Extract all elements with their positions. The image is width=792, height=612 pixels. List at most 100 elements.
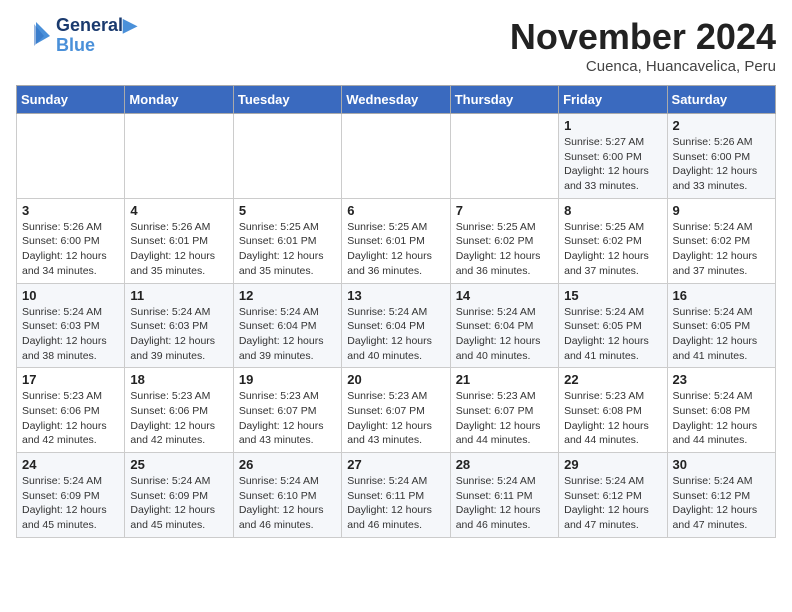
day-number: 14 bbox=[456, 288, 553, 303]
day-number: 4 bbox=[130, 203, 227, 218]
day-number: 7 bbox=[456, 203, 553, 218]
day-number: 17 bbox=[22, 372, 119, 387]
day-number: 6 bbox=[347, 203, 444, 218]
calendar-cell: 3 Sunrise: 5:26 AM Sunset: 6:00 PM Daylig… bbox=[17, 198, 125, 283]
day-info: Sunrise: 5:24 AM Sunset: 6:04 PM Dayligh… bbox=[456, 305, 553, 364]
day-info: Sunrise: 5:24 AM Sunset: 6:12 PM Dayligh… bbox=[564, 474, 661, 533]
day-number: 27 bbox=[347, 457, 444, 472]
day-number: 10 bbox=[22, 288, 119, 303]
day-info: Sunrise: 5:24 AM Sunset: 6:08 PM Dayligh… bbox=[673, 389, 770, 448]
calendar-cell bbox=[233, 114, 341, 199]
day-info: Sunrise: 5:25 AM Sunset: 6:02 PM Dayligh… bbox=[456, 220, 553, 279]
calendar-cell: 18 Sunrise: 5:23 AM Sunset: 6:06 PM Dayli… bbox=[125, 368, 233, 453]
calendar-cell: 13 Sunrise: 5:24 AM Sunset: 6:04 PM Dayli… bbox=[342, 283, 450, 368]
day-number: 18 bbox=[130, 372, 227, 387]
calendar-cell: 26Sunrise: 5:24 AM Sunset: 6:10 PM Dayli… bbox=[233, 453, 341, 538]
day-number: 3 bbox=[22, 203, 119, 218]
day-info: Sunrise: 5:25 AM Sunset: 6:02 PM Dayligh… bbox=[564, 220, 661, 279]
calendar-cell: 14 Sunrise: 5:24 AM Sunset: 6:04 PM Dayli… bbox=[450, 283, 558, 368]
month-title: November 2024 bbox=[510, 16, 776, 58]
logo-text: General▶ Blue bbox=[56, 16, 137, 56]
calendar-table: SundayMondayTuesdayWednesdayThursdayFrid… bbox=[16, 85, 776, 538]
day-info: Sunrise: 5:24 AM Sunset: 6:03 PM Dayligh… bbox=[130, 305, 227, 364]
day-info: Sunrise: 5:24 AM Sunset: 6:11 PM Dayligh… bbox=[456, 474, 553, 533]
calendar-cell: 15 Sunrise: 5:24 AM Sunset: 6:05 PM Dayli… bbox=[559, 283, 667, 368]
day-info: Sunrise: 5:25 AM Sunset: 6:01 PM Dayligh… bbox=[347, 220, 444, 279]
day-info: Sunrise: 5:24 AM Sunset: 6:02 PM Dayligh… bbox=[673, 220, 770, 279]
calendar-week-1: 1 Sunrise: 5:27 AM Sunset: 6:00 PM Daylig… bbox=[17, 114, 776, 199]
calendar-cell: 1 Sunrise: 5:27 AM Sunset: 6:00 PM Daylig… bbox=[559, 114, 667, 199]
calendar-cell: 12 Sunrise: 5:24 AM Sunset: 6:04 PM Dayli… bbox=[233, 283, 341, 368]
day-number: 30 bbox=[673, 457, 770, 472]
day-number: 1 bbox=[564, 118, 661, 133]
calendar-cell bbox=[342, 114, 450, 199]
calendar-week-4: 17 Sunrise: 5:23 AM Sunset: 6:06 PM Dayli… bbox=[17, 368, 776, 453]
weekday-header-thursday: Thursday bbox=[450, 86, 558, 114]
calendar-cell: 29 Sunrise: 5:24 AM Sunset: 6:12 PM Dayli… bbox=[559, 453, 667, 538]
day-info: Sunrise: 5:23 AM Sunset: 6:07 PM Dayligh… bbox=[347, 389, 444, 448]
calendar-cell: 25Sunrise: 5:24 AM Sunset: 6:09 PM Dayli… bbox=[125, 453, 233, 538]
calendar-cell: 21 Sunrise: 5:23 AM Sunset: 6:07 PM Dayli… bbox=[450, 368, 558, 453]
day-info: Sunrise: 5:25 AM Sunset: 6:01 PM Dayligh… bbox=[239, 220, 336, 279]
day-number: 2 bbox=[673, 118, 770, 133]
calendar-cell: 30 Sunrise: 5:24 AM Sunset: 6:12 PM Dayli… bbox=[667, 453, 775, 538]
calendar-cell: 6 Sunrise: 5:25 AM Sunset: 6:01 PM Daylig… bbox=[342, 198, 450, 283]
day-info: Sunrise: 5:24 AM Sunset: 6:09 PM Dayligh… bbox=[130, 474, 227, 533]
day-info: Sunrise: 5:24 AM Sunset: 6:05 PM Dayligh… bbox=[673, 305, 770, 364]
day-number: 21 bbox=[456, 372, 553, 387]
day-number: 15 bbox=[564, 288, 661, 303]
day-info: Sunrise: 5:26 AM Sunset: 6:00 PM Dayligh… bbox=[673, 135, 770, 194]
day-info: Sunrise: 5:24 AM Sunset: 6:03 PM Dayligh… bbox=[22, 305, 119, 364]
day-number: 29 bbox=[564, 457, 661, 472]
day-info: Sunrise: 5:24 AM Sunset: 6:04 PM Dayligh… bbox=[239, 305, 336, 364]
calendar-week-2: 3 Sunrise: 5:26 AM Sunset: 6:00 PM Daylig… bbox=[17, 198, 776, 283]
calendar-cell: 16 Sunrise: 5:24 AM Sunset: 6:05 PM Dayli… bbox=[667, 283, 775, 368]
day-info: Sunrise: 5:27 AM Sunset: 6:00 PM Dayligh… bbox=[564, 135, 661, 194]
day-number: 23 bbox=[673, 372, 770, 387]
calendar-week-5: 24 Sunrise: 5:24 AM Sunset: 6:09 PM Dayli… bbox=[17, 453, 776, 538]
day-info: Sunrise: 5:24 AM Sunset: 6:04 PM Dayligh… bbox=[347, 305, 444, 364]
calendar-cell: 27Sunrise: 5:24 AM Sunset: 6:11 PM Dayli… bbox=[342, 453, 450, 538]
day-number: 24 bbox=[22, 457, 119, 472]
day-info: Sunrise: 5:26 AM Sunset: 6:00 PM Dayligh… bbox=[22, 220, 119, 279]
logo: General▶ Blue bbox=[16, 16, 137, 56]
calendar-cell: 4Sunrise: 5:26 AM Sunset: 6:01 PM Daylig… bbox=[125, 198, 233, 283]
calendar-cell: 10 Sunrise: 5:24 AM Sunset: 6:03 PM Dayli… bbox=[17, 283, 125, 368]
calendar-cell bbox=[450, 114, 558, 199]
day-info: Sunrise: 5:23 AM Sunset: 6:06 PM Dayligh… bbox=[22, 389, 119, 448]
calendar-week-3: 10 Sunrise: 5:24 AM Sunset: 6:03 PM Dayli… bbox=[17, 283, 776, 368]
calendar-cell: 7 Sunrise: 5:25 AM Sunset: 6:02 PM Daylig… bbox=[450, 198, 558, 283]
day-number: 12 bbox=[239, 288, 336, 303]
day-number: 28 bbox=[456, 457, 553, 472]
day-info: Sunrise: 5:24 AM Sunset: 6:12 PM Dayligh… bbox=[673, 474, 770, 533]
day-number: 22 bbox=[564, 372, 661, 387]
day-number: 5 bbox=[239, 203, 336, 218]
day-info: Sunrise: 5:24 AM Sunset: 6:05 PM Dayligh… bbox=[564, 305, 661, 364]
day-number: 26 bbox=[239, 457, 336, 472]
calendar-cell bbox=[17, 114, 125, 199]
day-info: Sunrise: 5:23 AM Sunset: 6:06 PM Dayligh… bbox=[130, 389, 227, 448]
calendar-cell: 20 Sunrise: 5:23 AM Sunset: 6:07 PM Dayli… bbox=[342, 368, 450, 453]
calendar-cell: 28 Sunrise: 5:24 AM Sunset: 6:11 PM Dayli… bbox=[450, 453, 558, 538]
calendar-cell: 9 Sunrise: 5:24 AM Sunset: 6:02 PM Daylig… bbox=[667, 198, 775, 283]
calendar-cell: 22 Sunrise: 5:23 AM Sunset: 6:08 PM Dayli… bbox=[559, 368, 667, 453]
location: Cuenca, Huancavelica, Peru bbox=[510, 58, 776, 75]
calendar-cell: 23 Sunrise: 5:24 AM Sunset: 6:08 PM Dayli… bbox=[667, 368, 775, 453]
day-number: 11 bbox=[130, 288, 227, 303]
calendar-header-row: SundayMondayTuesdayWednesdayThursdayFrid… bbox=[17, 86, 776, 114]
day-number: 19 bbox=[239, 372, 336, 387]
weekday-header-saturday: Saturday bbox=[667, 86, 775, 114]
weekday-header-sunday: Sunday bbox=[17, 86, 125, 114]
day-number: 9 bbox=[673, 203, 770, 218]
day-number: 13 bbox=[347, 288, 444, 303]
calendar-cell: 5 Sunrise: 5:25 AM Sunset: 6:01 PM Daylig… bbox=[233, 198, 341, 283]
day-info: Sunrise: 5:23 AM Sunset: 6:07 PM Dayligh… bbox=[456, 389, 553, 448]
day-number: 20 bbox=[347, 372, 444, 387]
day-number: 16 bbox=[673, 288, 770, 303]
title-area: November 2024 Cuenca, Huancavelica, Peru bbox=[510, 16, 776, 75]
weekday-header-monday: Monday bbox=[125, 86, 233, 114]
calendar-cell bbox=[125, 114, 233, 199]
day-number: 8 bbox=[564, 203, 661, 218]
day-info: Sunrise: 5:23 AM Sunset: 6:07 PM Dayligh… bbox=[239, 389, 336, 448]
day-info: Sunrise: 5:23 AM Sunset: 6:08 PM Dayligh… bbox=[564, 389, 661, 448]
